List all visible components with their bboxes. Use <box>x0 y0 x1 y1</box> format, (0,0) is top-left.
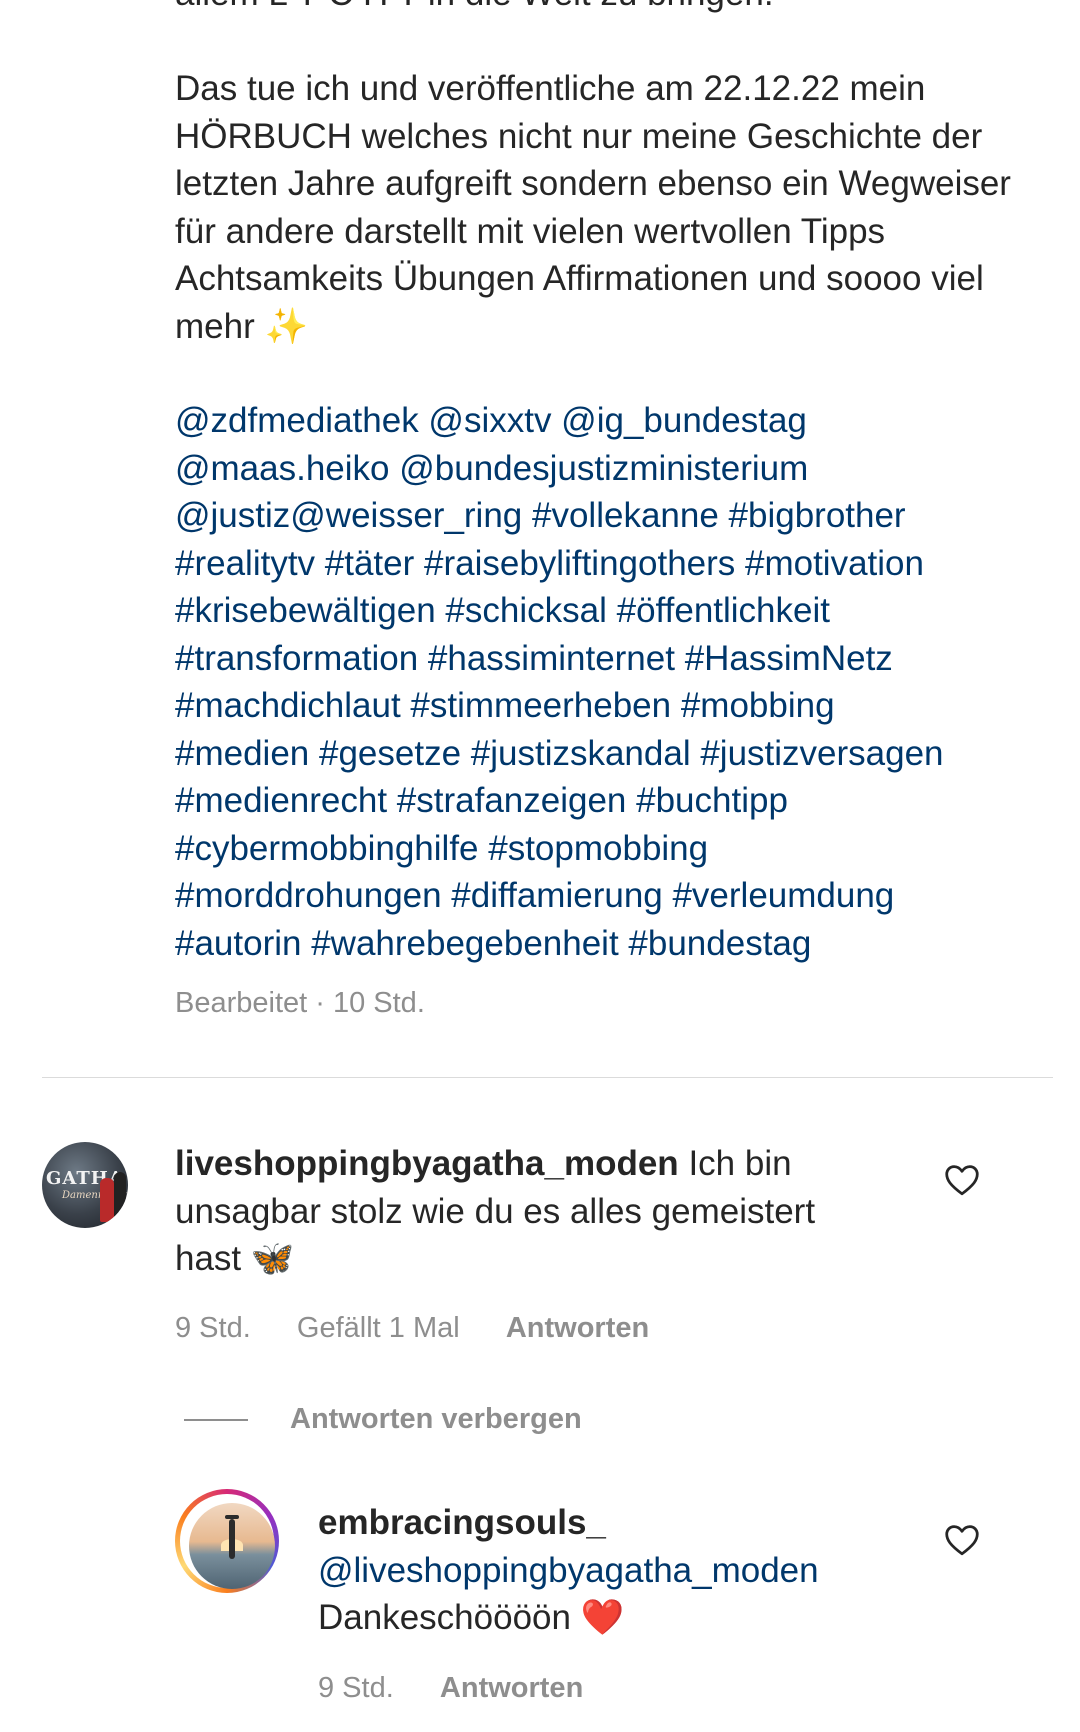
avatar-figure <box>229 1519 235 1559</box>
tag-line[interactable]: @zdfmediathek @sixxtv @ig_bundestag <box>175 397 1025 445</box>
tag-line[interactable]: #machdichlaut #stimmeerheben #mobbing <box>175 682 1025 730</box>
divider <box>42 1077 1053 1078</box>
avatar <box>189 1503 275 1589</box>
reply-button[interactable]: Antworten <box>506 1312 649 1345</box>
heart-outline-icon[interactable] <box>944 1164 980 1196</box>
tag-line[interactable]: #autorin #wahrebegebenheit #bundestag <box>175 920 1025 968</box>
comment-text-block: liveshoppingbyagatha_moden Ich bin unsag… <box>175 1140 875 1283</box>
tag-line[interactable]: @maas.heiko @bundesjustizministerium <box>175 445 1025 493</box>
avatar[interactable]: GATHA Damenmoden <box>42 1142 128 1228</box>
reply-mention[interactable]: @liveshoppingbyagatha_moden <box>318 1547 918 1595</box>
comment-actions: 9 Std. Gefällt 1 Mal Antworten <box>175 1312 649 1345</box>
avatar-figure <box>114 1172 126 1222</box>
reply-text-block: embracingsouls_ @liveshoppingbyagatha_mo… <box>318 1499 918 1642</box>
tag-line[interactable]: @justiz@weisser_ring #vollekanne #bigbro… <box>175 492 1025 540</box>
reply-actions: 9 Std. Antworten <box>318 1672 583 1705</box>
tag-line[interactable]: #cybermobbinghilfe #stopmobbing <box>175 825 1025 873</box>
comment-username[interactable]: liveshoppingbyagatha_moden <box>175 1144 679 1183</box>
hide-replies-label: Antworten verbergen <box>290 1403 582 1435</box>
hide-replies-line <box>184 1419 248 1422</box>
tag-line[interactable]: #krisebewältigen #schicksal #öffentlichk… <box>175 587 1025 635</box>
avatar-figure <box>100 1178 114 1222</box>
caption-cut-line: allem L Y C H T in die Welt zu bringen. <box>175 0 1025 18</box>
heart-outline-icon[interactable] <box>944 1524 980 1556</box>
post-meta: Bearbeitet · 10 Std. <box>175 987 425 1019</box>
caption-tags: @zdfmediathek @sixxtv @ig_bundestag @maa… <box>175 397 1025 967</box>
post-caption: allem L Y C H T in die Welt zu bringen. … <box>175 0 1025 967</box>
caption-paragraph: Das tue ich und veröffentliche am 22.12.… <box>175 69 1011 346</box>
story-ring-avatar[interactable] <box>175 1489 279 1593</box>
reply-text: Dankeschöööön ❤️ <box>318 1598 625 1637</box>
reply-username[interactable]: embracingsouls_ <box>318 1499 918 1547</box>
tag-line[interactable]: #medien #gesetze #justizskandal #justizv… <box>175 730 1025 778</box>
tag-line[interactable]: #morddrohungen #diffamierung #verleumdun… <box>175 872 1025 920</box>
comment-time: 9 Std. <box>175 1312 251 1344</box>
hide-replies-button[interactable]: Antworten verbergen <box>184 1403 582 1436</box>
tag-line[interactable]: #transformation #hassiminternet #HassimN… <box>175 635 1025 683</box>
tag-line[interactable]: #medienrecht #strafanzeigen #buchtipp <box>175 777 1025 825</box>
comment-likes[interactable]: Gefällt 1 Mal <box>297 1312 460 1345</box>
tag-line[interactable]: #realitytv #täter #raisebyliftingothers … <box>175 540 1025 588</box>
reply-time: 9 Std. <box>318 1672 394 1704</box>
reply-button[interactable]: Antworten <box>440 1672 583 1705</box>
